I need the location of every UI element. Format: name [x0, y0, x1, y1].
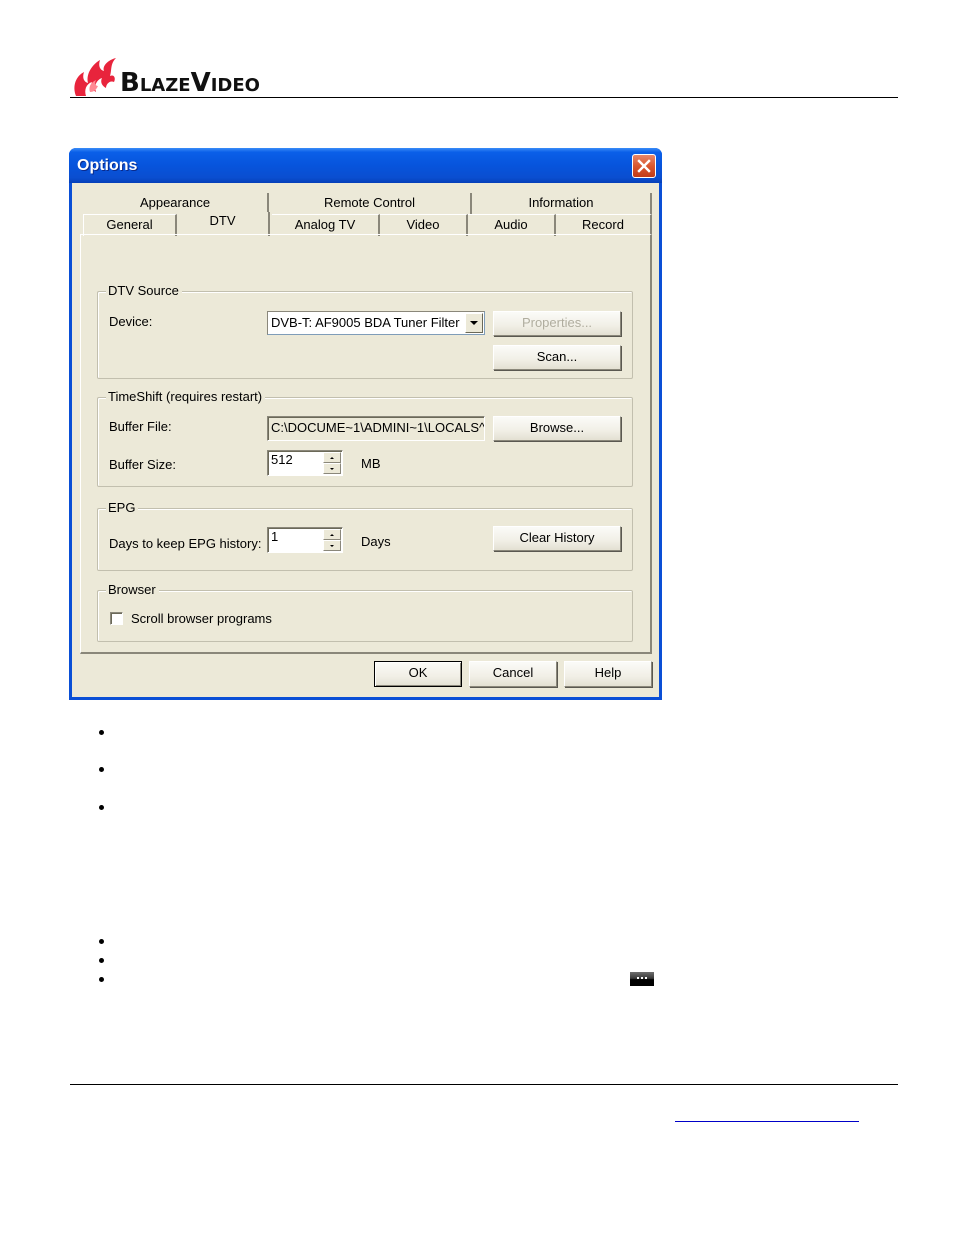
tab-label: Audio: [494, 217, 528, 232]
tab-label: Video: [406, 217, 440, 232]
tab-label: General: [106, 217, 153, 232]
epg-days-value: 1: [271, 529, 279, 544]
tab-information[interactable]: Information: [472, 193, 652, 215]
title-bar[interactable]: Options: [69, 148, 662, 183]
epg-days-stepper[interactable]: 1: [267, 527, 343, 553]
scroll-browser-label[interactable]: Scroll browser programs: [131, 611, 272, 626]
spin-up-icon[interactable]: [323, 452, 341, 463]
spin-down-icon[interactable]: [323, 463, 341, 474]
buffer-size-unit: MB: [361, 456, 381, 471]
header-divider: [70, 97, 898, 98]
tab-remote-control[interactable]: Remote Control: [269, 193, 472, 215]
dialog-title: Options: [77, 157, 138, 174]
tab-video[interactable]: Video: [380, 214, 468, 236]
tab-label: Appearance: [139, 195, 211, 210]
spin-up-icon[interactable]: [323, 529, 341, 540]
dialog-client-area: Appearance Remote Control Information Ge…: [72, 183, 659, 697]
tab-label: Analog TV: [294, 217, 356, 232]
group-epg: EPG Days to keep EPG history: 1 Days Cle…: [97, 500, 633, 571]
list-bullet: [99, 805, 104, 810]
close-icon: [637, 159, 651, 173]
group-legend: DTV Source: [106, 283, 182, 298]
tab-audio[interactable]: Audio: [468, 214, 556, 236]
tab-dtv[interactable]: DTV: [177, 212, 270, 236]
group-legend: Browser: [106, 582, 159, 597]
footer-link[interactable]: [675, 1108, 859, 1122]
epg-days-label: Days to keep EPG history:: [109, 536, 262, 551]
clear-history-button[interactable]: Clear History: [493, 526, 621, 551]
close-button[interactable]: [632, 154, 656, 178]
tab-label: Record: [582, 217, 624, 232]
group-browser: Browser Scroll browser programs: [97, 582, 633, 642]
help-button[interactable]: Help: [564, 661, 652, 687]
group-dtv-source: DTV Source Device: DVB-T: AF9005 BDA Tun…: [97, 283, 633, 379]
tab-general[interactable]: General: [83, 214, 177, 236]
group-legend: TimeShift (requires restart): [106, 389, 266, 404]
device-select[interactable]: DVB-T: AF9005 BDA Tuner Filter: [267, 311, 485, 335]
footer-divider: [70, 1084, 898, 1085]
tab-panel-dtv: DTV Source Device: DVB-T: AF9005 BDA Tun…: [80, 234, 652, 654]
cancel-button[interactable]: Cancel: [469, 661, 557, 687]
buffer-size-value: 512: [271, 452, 293, 467]
options-dialog: Options Appearance Remote Control Inform…: [69, 148, 662, 700]
group-legend: EPG: [106, 500, 139, 515]
buffer-file-label: Buffer File:: [109, 419, 172, 434]
ellipsis-button-icon: [630, 972, 654, 986]
properties-button[interactable]: Properties...: [493, 311, 621, 336]
tab-record[interactable]: Record: [556, 214, 652, 236]
list-bullet: [99, 730, 104, 735]
group-timeshift: TimeShift (requires restart) Buffer File…: [97, 389, 633, 487]
list-bullet: [99, 958, 104, 963]
tab-label: Remote Control: [323, 195, 416, 210]
buffer-size-stepper[interactable]: 512: [267, 450, 343, 476]
device-select-value: DVB-T: AF9005 BDA Tuner Filter: [271, 315, 460, 330]
tab-analog-tv[interactable]: Analog TV: [272, 214, 380, 236]
ok-button[interactable]: OK: [374, 661, 462, 687]
buffer-size-label: Buffer Size:: [109, 457, 176, 472]
tab-label: DTV: [209, 213, 236, 228]
brand-name: BlazeVideo: [120, 68, 260, 98]
dropdown-arrow-icon[interactable]: [465, 313, 483, 333]
scroll-browser-checkbox[interactable]: [110, 612, 123, 625]
buffer-file-field[interactable]: C:\DOCUME~1\ADMINI~1\LOCALS^: [267, 416, 485, 441]
flame-icon: [74, 58, 116, 96]
list-bullet: [99, 939, 104, 944]
list-bullet: [99, 977, 104, 982]
browse-button[interactable]: Browse...: [493, 416, 621, 441]
brand-logo: BlazeVideo: [70, 56, 260, 98]
list-bullet: [99, 767, 104, 772]
tab-label: Information: [528, 195, 594, 210]
epg-days-unit: Days: [361, 534, 391, 549]
device-label: Device:: [109, 314, 153, 329]
scan-button[interactable]: Scan...: [493, 345, 621, 370]
spin-down-icon[interactable]: [323, 540, 341, 551]
